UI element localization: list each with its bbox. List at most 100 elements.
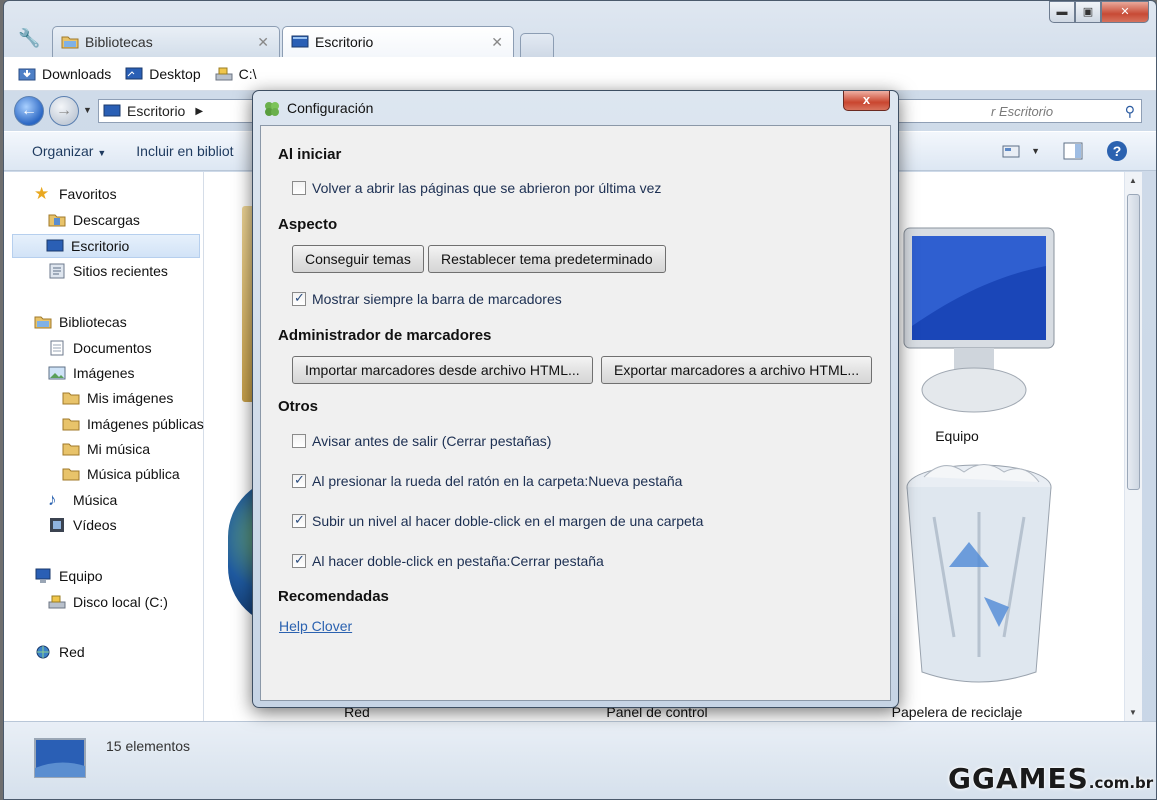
checkbox-label: Al hacer doble-click en pestaña:Cerrar p… xyxy=(312,553,604,569)
nav-label: Red xyxy=(59,644,85,660)
nav-desktop[interactable]: Escritorio xyxy=(12,234,200,258)
dialog-title: Configuración xyxy=(287,100,374,116)
dialog-close-button[interactable]: x xyxy=(843,91,890,111)
window-close-button[interactable]: ✕ xyxy=(1101,1,1149,23)
nav-network[interactable]: Red xyxy=(34,644,85,660)
nav-computer[interactable]: Equipo xyxy=(34,568,103,584)
downloads-folder-icon xyxy=(48,214,66,227)
get-themes-button[interactable]: Conseguir temas xyxy=(292,245,424,273)
recycle-bin-icon[interactable] xyxy=(894,457,1064,697)
icon-label-computer: Equipo xyxy=(935,428,979,444)
folder-icon xyxy=(62,392,80,405)
icon-label-recycle-bin: Papelera de reciclaje xyxy=(891,704,1023,720)
organize-menu[interactable]: Organizar ▼ xyxy=(32,143,106,159)
help-icon[interactable]: ? xyxy=(1106,140,1128,162)
nav-favorites[interactable]: ★ Favoritos xyxy=(34,184,117,203)
computer-icon[interactable] xyxy=(894,222,1064,422)
scrollbar-thumb[interactable] xyxy=(1127,194,1140,490)
organize-label: Organizar xyxy=(32,143,94,159)
new-tab-button[interactable] xyxy=(520,33,554,57)
checkbox-box[interactable] xyxy=(292,181,306,195)
nav-label: Música pública xyxy=(87,466,180,482)
tab-escritorio[interactable]: Escritorio ✕ xyxy=(282,26,514,57)
checkbox-box[interactable] xyxy=(292,434,306,448)
pictures-icon xyxy=(48,366,66,380)
preview-pane-icon[interactable] xyxy=(1062,140,1084,162)
music-note-icon: ♪ xyxy=(48,490,57,509)
tab-bibliotecas[interactable]: Bibliotecas ✕ xyxy=(52,26,280,57)
library-folder-icon xyxy=(61,36,79,49)
computer-icon xyxy=(35,568,51,583)
checkbox-label: Mostrar siempre la barra de marcadores xyxy=(312,291,562,307)
reset-theme-button[interactable]: Restablecer tema predeterminado xyxy=(428,245,666,273)
view-mode-icon[interactable]: ▼ xyxy=(1001,140,1040,162)
checkbox-wheel-click[interactable]: Al presionar la rueda del ratón en la ca… xyxy=(292,472,683,489)
star-icon: ★ xyxy=(34,184,50,203)
vertical-scrollbar[interactable]: ▲ ▼ xyxy=(1124,172,1142,721)
back-button[interactable]: ← xyxy=(14,96,44,126)
nav-label: Imágenes xyxy=(73,365,135,381)
bookmark-downloads[interactable]: Downloads xyxy=(18,66,111,82)
close-icon[interactable]: ✕ xyxy=(491,34,503,51)
nav-music[interactable]: ♪ Música xyxy=(48,490,117,509)
import-bookmarks-button[interactable]: Importar marcadores desde archivo HTML..… xyxy=(292,356,593,384)
drive-icon xyxy=(48,595,66,609)
checkbox-up-level[interactable]: Subir un nivel al hacer doble-click en e… xyxy=(292,512,703,529)
folder-icon xyxy=(62,443,80,456)
wrench-icon[interactable]: 🔧 xyxy=(18,27,40,49)
dialog-body: Al iniciar Volver a abrir las páginas qu… xyxy=(260,125,891,701)
checkbox-box[interactable] xyxy=(292,472,306,488)
watermark-suffix: .com.br xyxy=(1088,774,1154,792)
checkbox-box[interactable] xyxy=(292,512,306,528)
nav-local-disk[interactable]: Disco local (C:) xyxy=(48,594,168,610)
help-clover-link[interactable]: Help Clover xyxy=(279,618,352,634)
film-icon xyxy=(50,518,64,532)
nav-images[interactable]: Imágenes xyxy=(48,365,134,381)
section-startup: Al iniciar xyxy=(278,146,342,163)
nav-documents[interactable]: Documentos xyxy=(48,340,152,356)
nav-my-music[interactable]: Mi música xyxy=(62,441,150,457)
desktop-icon xyxy=(34,738,86,778)
export-bookmarks-button[interactable]: Exportar marcadores a archivo HTML... xyxy=(601,356,873,384)
chevron-right-icon[interactable]: ▶ xyxy=(195,106,203,117)
include-in-library-menu[interactable]: Incluir en bibliot xyxy=(136,143,233,159)
drive-icon xyxy=(215,67,233,80)
close-icon[interactable]: ✕ xyxy=(257,34,269,51)
scroll-down-icon[interactable]: ▼ xyxy=(1129,708,1137,717)
address-bar[interactable]: Escritorio ▶ xyxy=(98,99,258,123)
navigation-pane: ★ Favoritos Descargas Escritorio Sitios r… xyxy=(4,172,204,721)
nav-my-images[interactable]: Mis imágenes xyxy=(62,390,173,406)
checkbox-label: Al presionar la rueda del ratón en la ca… xyxy=(312,473,683,489)
checkbox-box[interactable] xyxy=(292,290,306,306)
folder-icon xyxy=(62,468,80,481)
checkbox-show-bookmarks-bar[interactable]: Mostrar siempre la barra de marcadores xyxy=(292,290,562,307)
minimize-button[interactable]: ▬ xyxy=(1049,1,1075,23)
nav-label: Mi música xyxy=(87,441,151,457)
scroll-up-icon[interactable]: ▲ xyxy=(1129,176,1137,185)
checkbox-warn-exit[interactable]: Avisar antes de salir (Cerrar pestañas) xyxy=(292,433,551,449)
bookmark-desktop[interactable]: Desktop xyxy=(125,66,201,82)
nav-libraries[interactable]: Bibliotecas xyxy=(34,314,127,330)
desktop-icon xyxy=(125,67,143,79)
checkbox-reopen-pages[interactable]: Volver a abrir las páginas que se abrier… xyxy=(292,180,661,196)
tab-label: Escritorio xyxy=(315,34,374,50)
search-input[interactable]: r Escritorio ⚲ xyxy=(892,99,1142,123)
nav-public-music[interactable]: Música pública xyxy=(62,466,180,482)
nav-label: Descargas xyxy=(73,212,140,228)
search-icon[interactable]: ⚲ xyxy=(1125,103,1135,120)
nav-recent[interactable]: Sitios recientes xyxy=(48,263,168,279)
forward-button[interactable]: → xyxy=(49,96,79,126)
recent-places-icon xyxy=(49,263,65,279)
section-recommended: Recomendadas xyxy=(278,588,389,605)
history-dropdown-icon[interactable]: ▼ xyxy=(83,105,92,115)
checkbox-double-click-tab[interactable]: Al hacer doble-click en pestaña:Cerrar p… xyxy=(292,552,604,569)
bookmark-drive-c[interactable]: C:\ xyxy=(215,66,257,82)
nav-videos[interactable]: Vídeos xyxy=(48,517,117,533)
nav-label: Sitios recientes xyxy=(73,263,168,279)
checkbox-box[interactable] xyxy=(292,552,306,568)
nav-public-images[interactable]: Imágenes públicas xyxy=(62,416,204,432)
nav-downloads[interactable]: Descargas xyxy=(48,212,140,228)
maximize-button[interactable]: ▣ xyxy=(1075,1,1101,23)
nav-label: Favoritos xyxy=(59,186,117,202)
network-icon xyxy=(36,645,50,659)
